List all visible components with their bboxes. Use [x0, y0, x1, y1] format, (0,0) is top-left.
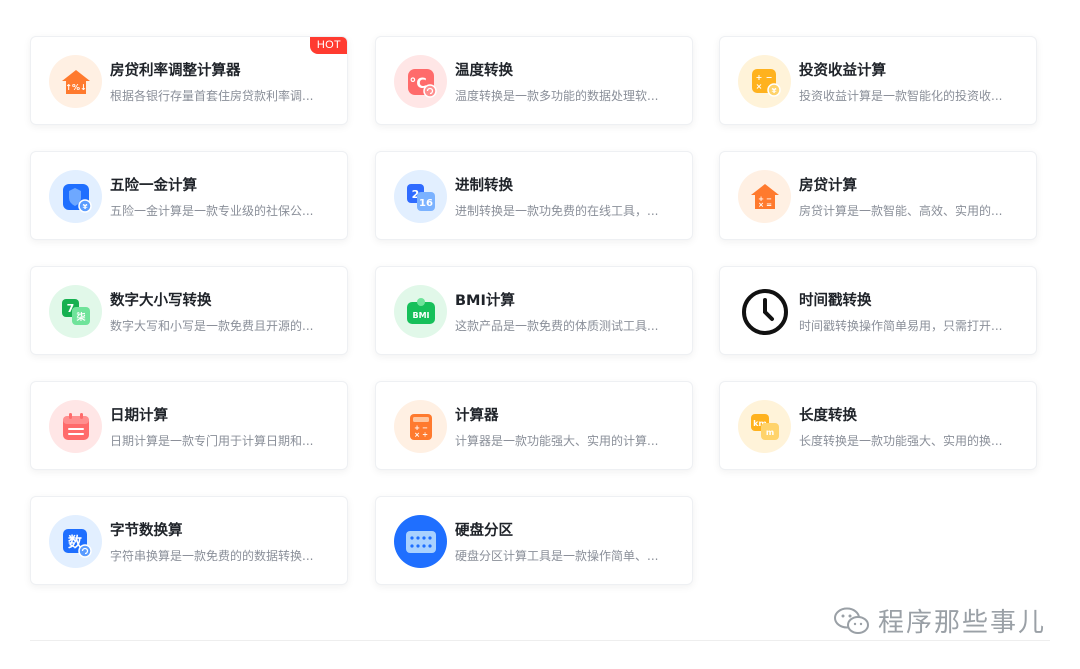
- card-title: 日期计算: [110, 408, 168, 424]
- tool-card-social-insurance[interactable]: ¥ 五险一金计算 五险一金计算是一款专业级的社保公...: [30, 151, 348, 240]
- card-description: 进制转换是一款功免费的在线工具，...: [455, 204, 659, 218]
- wechat-icon: [833, 607, 869, 634]
- card-title: 长度转换: [799, 408, 857, 424]
- card-description: 五险一金计算是一款专业级的社保公...: [110, 204, 314, 218]
- card-description: 日期计算是一款专门用于计算日期和...: [110, 434, 314, 448]
- svg-text:+: +: [755, 73, 762, 82]
- number-case-icon: 7 柒: [49, 285, 102, 338]
- tool-card-length[interactable]: km m 长度转换 长度转换是一款功能强大、实用的换...: [719, 381, 1037, 470]
- tool-card-calculator[interactable]: + − × ÷ 计算器 计算器是一款功能强大、实用的计算...: [375, 381, 693, 470]
- svg-text:÷: ÷: [422, 431, 428, 439]
- svg-text:−: −: [765, 73, 772, 82]
- card-description: 长度转换是一款功能强大、实用的换...: [799, 434, 1003, 448]
- tool-card-base-conversion[interactable]: 2 16 进制转换 进制转换是一款功免费的在线工具，...: [375, 151, 693, 240]
- card-description: 房贷计算是一款智能、高效、实用的...: [799, 204, 1003, 218]
- disk-partition-icon: [394, 515, 447, 568]
- tool-card-bmi[interactable]: BMI BMI计算 这款产品是一款免费的体质测试工具...: [375, 266, 693, 355]
- house-calculator-icon: + − × =: [738, 170, 791, 223]
- card-description: 字符串换算是一款免费的的数据转换...: [110, 549, 314, 563]
- house-percent-icon: ↑%↓: [49, 55, 102, 108]
- tools-page: ↑%↓ 房贷利率调整计算器 根据各银行存量首套住房贷款利率调... HOT °C…: [0, 0, 1080, 669]
- card-description: 硬盘分区计算工具是一款操作简单、...: [455, 549, 659, 563]
- svg-text:16: 16: [419, 198, 433, 209]
- base-convert-icon: 2 16: [394, 170, 447, 223]
- svg-text:m: m: [765, 428, 773, 437]
- tool-card-disk-partition[interactable]: 硬盘分区 硬盘分区计算工具是一款操作简单、...: [375, 496, 693, 585]
- svg-text:×: ×: [758, 201, 764, 209]
- tool-card-number-case[interactable]: 7 柒 数字大小写转换 数字大写和小写是一款免费且开源的...: [30, 266, 348, 355]
- svg-text:×: ×: [755, 82, 762, 91]
- svg-text:=: =: [766, 201, 772, 209]
- card-title: 硬盘分区: [455, 523, 513, 539]
- clock-icon: [738, 285, 791, 338]
- card-title: 五险一金计算: [110, 178, 197, 194]
- card-title: 温度转换: [455, 63, 513, 79]
- svg-text:¥: ¥: [771, 87, 776, 95]
- card-title: 时间戳转换: [799, 293, 872, 309]
- tool-card-bytes[interactable]: 数 字节数换算 字符串换算是一款免费的的数据转换...: [30, 496, 348, 585]
- card-description: 根据各银行存量首套住房贷款利率调...: [110, 89, 314, 103]
- tool-card-mortgage[interactable]: + − × = 房贷计算 房贷计算是一款智能、高效、实用的...: [719, 151, 1037, 240]
- svg-text:¥: ¥: [82, 203, 87, 211]
- byte-convert-icon: 数: [49, 515, 102, 568]
- card-title: 房贷利率调整计算器: [110, 63, 241, 79]
- calendar-icon: [49, 400, 102, 453]
- svg-text:BMI: BMI: [412, 311, 429, 320]
- watermark: 程序那些事儿: [832, 602, 1046, 639]
- card-title: 计算器: [455, 408, 499, 424]
- hot-badge: HOT: [309, 37, 347, 54]
- watermark-text: 程序那些事儿: [877, 608, 1046, 638]
- card-title: 房贷计算: [799, 178, 857, 194]
- temperature-icon: °C: [394, 55, 447, 108]
- investment-calculator-icon: + − × ¥: [738, 55, 791, 108]
- tool-card-timestamp[interactable]: 时间戳转换 时间戳转换操作简单易用，只需打开...: [719, 266, 1037, 355]
- bmi-scale-icon: BMI: [394, 285, 447, 338]
- card-title: BMI计算: [455, 293, 515, 309]
- tool-card-mortgage-rate[interactable]: ↑%↓ 房贷利率调整计算器 根据各银行存量首套住房贷款利率调... HOT: [30, 36, 348, 125]
- card-title: 字节数换算: [110, 523, 183, 539]
- card-description: 温度转换是一款多功能的数据处理软...: [455, 89, 659, 103]
- tool-card-date[interactable]: 日期计算 日期计算是一款专门用于计算日期和...: [30, 381, 348, 470]
- svg-text:↑%↓: ↑%↓: [65, 83, 86, 92]
- tool-card-investment[interactable]: + − × ¥ 投资收益计算 投资收益计算是一款智能化的投资收...: [719, 36, 1037, 125]
- length-convert-icon: km m: [738, 400, 791, 453]
- card-description: 时间戳转换操作简单易用，只需打开...: [799, 319, 1003, 333]
- svg-text:×: ×: [414, 431, 420, 439]
- card-description: 计算器是一款功能强大、实用的计算...: [455, 434, 659, 448]
- insurance-shield-icon: ¥: [49, 170, 102, 223]
- card-title: 投资收益计算: [799, 63, 886, 79]
- svg-text:柒: 柒: [76, 311, 86, 323]
- tool-card-temperature[interactable]: °C 温度转换 温度转换是一款多功能的数据处理软...: [375, 36, 693, 125]
- calculator-icon: + − × ÷: [394, 400, 447, 453]
- card-title: 进制转换: [455, 178, 513, 194]
- card-description: 数字大写和小写是一款免费且开源的...: [110, 319, 314, 333]
- card-description: 投资收益计算是一款智能化的投资收...: [799, 89, 1003, 103]
- card-description: 这款产品是一款免费的体质测试工具...: [455, 319, 659, 333]
- footer-divider: [30, 640, 1050, 641]
- card-title: 数字大小写转换: [110, 293, 212, 309]
